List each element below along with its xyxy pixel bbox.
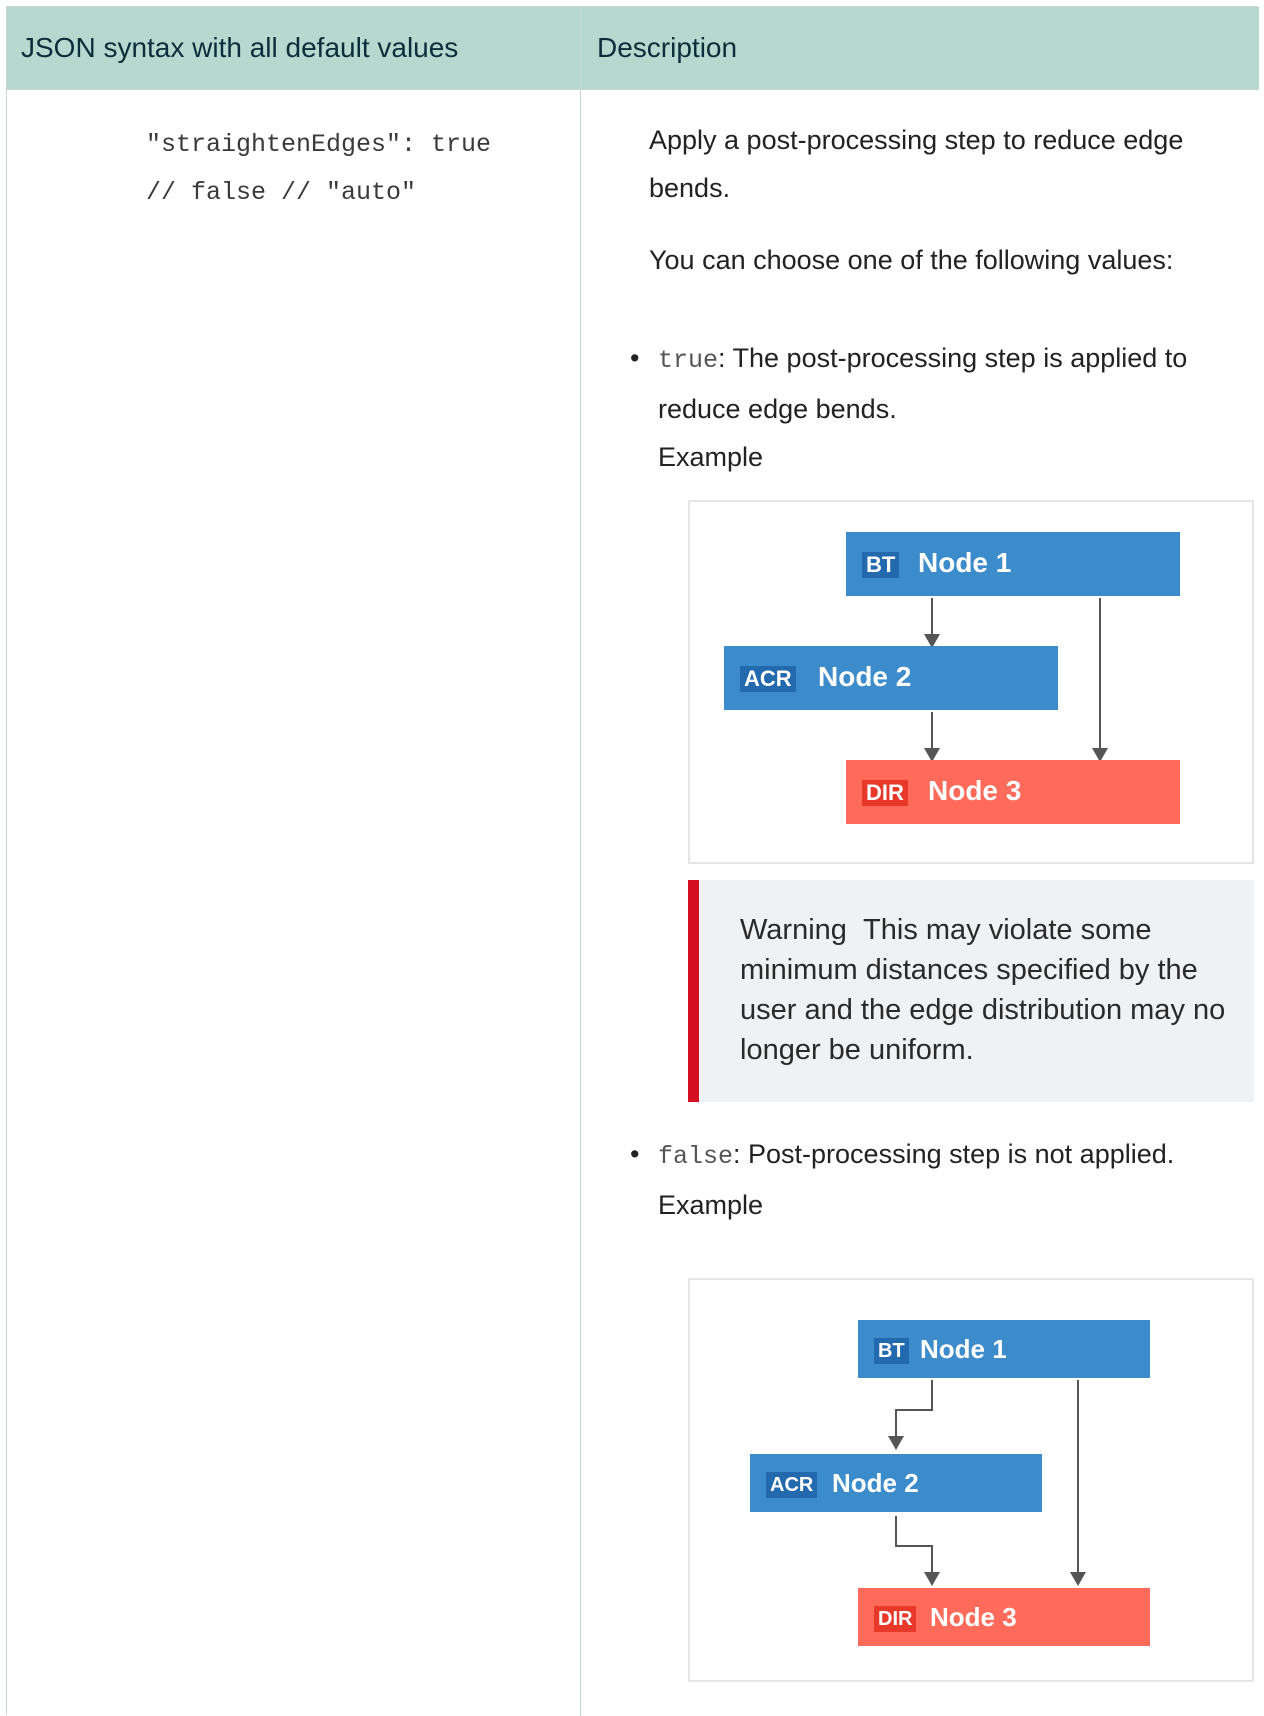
example-label: Example bbox=[658, 1190, 764, 1220]
option-false: • false: Post-processing step is not app… bbox=[630, 1130, 1258, 1229]
option-text: : The post-processing step is applied to… bbox=[658, 343, 1188, 424]
description-cell: Apply a post-processing step to reduce e… bbox=[649, 116, 1249, 308]
node-name: Node 1 bbox=[920, 1334, 1007, 1364]
option-text: : Post-processing step is not applied. bbox=[733, 1139, 1175, 1169]
node-type-badge: ACR bbox=[740, 666, 796, 692]
node-name: Node 3 bbox=[928, 775, 1022, 806]
node-type-badge: BT bbox=[862, 552, 900, 578]
warning-text: Warning This may violate some minimum di… bbox=[740, 910, 1230, 1070]
diagram-node-1: BT Node 1 bbox=[858, 1320, 1150, 1378]
node-name: Node 1 bbox=[918, 547, 1012, 578]
header-description: Description bbox=[597, 32, 738, 63]
warning-label: Warning bbox=[740, 914, 847, 946]
option-value: true bbox=[658, 346, 719, 375]
option-value: false bbox=[658, 1142, 734, 1171]
description-intro: Apply a post-processing step to reduce e… bbox=[649, 125, 1184, 203]
example-diagram-false: BT Node 1 ACR Node 2 DIR Node 3 bbox=[688, 1278, 1254, 1682]
diagram-node-3: DIR Node 3 bbox=[858, 1588, 1150, 1646]
node-name: Node 3 bbox=[930, 1602, 1017, 1632]
node-type-badge: DIR bbox=[874, 1606, 917, 1632]
node-name: Node 2 bbox=[832, 1468, 919, 1498]
header-json-syntax: JSON syntax with all default values bbox=[21, 32, 459, 63]
diagram-node-1: BT Node 1 bbox=[846, 532, 1180, 596]
diagram-node-2: ACR Node 2 bbox=[724, 646, 1058, 710]
node-type-badge: BT bbox=[874, 1338, 909, 1364]
bullet-icon: • bbox=[630, 343, 640, 373]
json-code-sample: "straightenEdges": true // false // "aut… bbox=[146, 121, 566, 217]
bullet-icon: • bbox=[630, 1139, 640, 1169]
description-choose: You can choose one of the following valu… bbox=[649, 245, 1174, 275]
example-label: Example bbox=[658, 442, 764, 472]
option-true: • true: The post-processing step is appl… bbox=[630, 334, 1258, 481]
node-type-badge: DIR bbox=[862, 780, 908, 806]
node-name: Node 2 bbox=[818, 661, 912, 692]
node-type-badge: ACR bbox=[766, 1472, 818, 1498]
warning-accent-bar bbox=[688, 880, 699, 1102]
column-divider bbox=[580, 7, 581, 1716]
example-diagram-true: BT Node 1 ACR Node 2 DIR Node 3 bbox=[688, 500, 1254, 864]
warning-callout: Warning This may violate some minimum di… bbox=[688, 880, 1254, 1102]
diagram-node-3: DIR Node 3 bbox=[846, 760, 1180, 824]
header-divider bbox=[7, 89, 1259, 90]
code-line-2: // false // "auto" bbox=[146, 178, 417, 207]
table-header: JSON syntax with all default values Desc… bbox=[7, 7, 1259, 89]
code-line-1: "straightenEdges": true bbox=[146, 130, 492, 159]
diagram-node-2: ACR Node 2 bbox=[750, 1454, 1042, 1512]
